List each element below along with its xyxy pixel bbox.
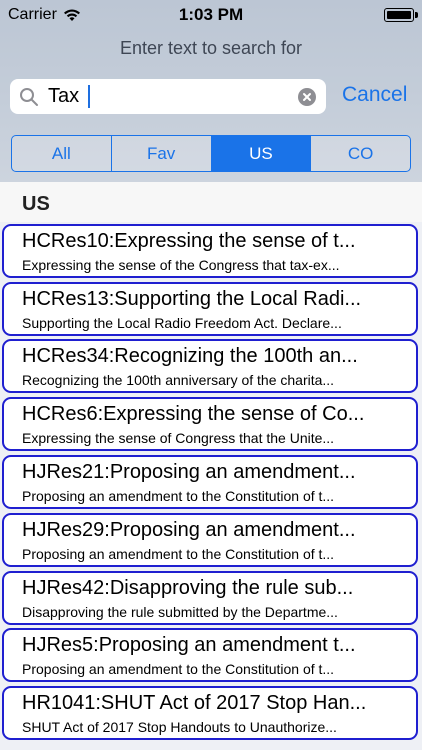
search-header: Carrier 1:03 PM Enter text to search for <box>0 0 422 182</box>
item-subtitle: Expressing the sense of Congress that th… <box>22 430 335 446</box>
item-title: HJRes5:Proposing an amendment t... <box>22 634 356 656</box>
item-title: HR1041:SHUT Act of 2017 Stop Han... <box>22 692 367 714</box>
item-subtitle: Proposing an amendment to the Constituti… <box>22 546 335 562</box>
item-title: HCRes13:Supporting the Local Radi... <box>22 288 362 310</box>
clear-icon[interactable] <box>298 88 316 106</box>
list-item[interactable]: HJRes29:Proposing an amendment... Propos… <box>2 513 418 567</box>
list-item[interactable]: HJRes5:Proposing an amendment t... Propo… <box>2 628 418 682</box>
section-title: US <box>22 193 50 215</box>
item-title: HCRes6:Expressing the sense of Co... <box>22 403 365 425</box>
item-title: HJRes42:Disapproving the rule sub... <box>22 577 354 599</box>
item-subtitle: Recognizing the 100th anniversary of the… <box>22 372 335 388</box>
search-icon <box>20 88 38 106</box>
segment-co[interactable]: CO <box>311 136 410 171</box>
item-title: HJRes21:Proposing an amendment... <box>22 461 356 483</box>
list-item[interactable]: HCRes10:Expressing the sense of t... Exp… <box>2 224 418 278</box>
segment-fav[interactable]: Fav <box>112 136 212 171</box>
item-subtitle: Proposing an amendment to the Constituti… <box>22 661 335 677</box>
item-subtitle: Supporting the Local Radio Freedom Act. … <box>22 315 342 331</box>
list-item[interactable]: HJRes21:Proposing an amendment... Propos… <box>2 455 418 509</box>
segment-us[interactable]: US <box>211 136 312 171</box>
list-item[interactable]: HJRes42:Disapproving the rule sub... Dis… <box>2 571 418 625</box>
scope-segmented-control: All Fav US CO <box>11 135 411 172</box>
search-input[interactable] <box>48 83 288 110</box>
item-title: HCRes34:Recognizing the 100th an... <box>22 345 358 367</box>
clock: 1:03 PM <box>178 5 244 24</box>
battery-icon <box>384 8 418 22</box>
list-item[interactable]: HCRes6:Expressing the sense of Co... Exp… <box>2 397 418 451</box>
search-field[interactable] <box>10 79 326 114</box>
results-list: HCRes10:Expressing the sense of t... Exp… <box>0 222 422 750</box>
item-subtitle: SHUT Act of 2017 Stop Handouts to Unauth… <box>22 719 337 735</box>
list-item[interactable]: HR1041:SHUT Act of 2017 Stop Han... SHUT… <box>2 686 418 740</box>
search-prompt: Enter text to search for <box>119 38 303 58</box>
item-subtitle: Disapproving the rule submitted by the D… <box>22 604 338 620</box>
status-bar: Carrier 1:03 PM <box>0 0 422 32</box>
item-subtitle: Proposing an amendment to the Constituti… <box>22 488 335 504</box>
section-header: US <box>0 182 422 222</box>
item-subtitle: Expressing the sense of the Congress tha… <box>22 257 340 273</box>
list-item[interactable]: HCRes34:Recognizing the 100th an... Reco… <box>2 339 418 393</box>
text-cursor <box>88 85 90 108</box>
list-item[interactable]: HCRes13:Supporting the Local Radi... Sup… <box>2 282 418 336</box>
segment-all[interactable]: All <box>12 136 112 171</box>
cancel-button[interactable]: Cancel <box>342 83 407 107</box>
item-title: HCRes10:Expressing the sense of t... <box>22 230 356 252</box>
item-title: HJRes29:Proposing an amendment... <box>22 519 356 541</box>
